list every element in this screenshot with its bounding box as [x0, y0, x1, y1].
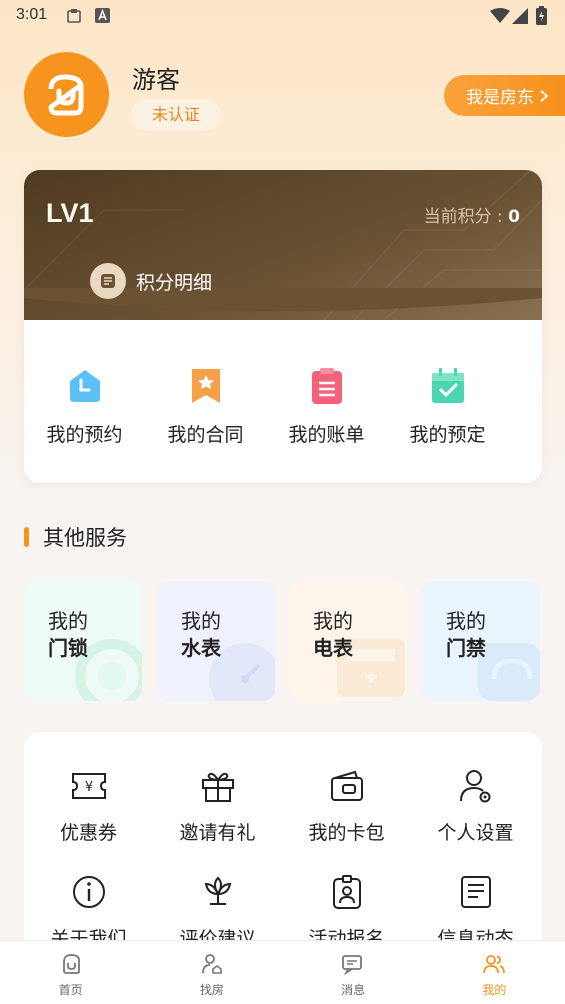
level-card: LV1 当前积分 : 0 积分明细 我的预约 我的合同 我的账单 我的预定 — [24, 170, 542, 483]
gift-icon — [198, 766, 238, 806]
info-icon — [69, 872, 109, 912]
tile-line1: 我的 — [181, 609, 221, 633]
nav-label: 消息 — [341, 983, 366, 997]
svg-text:¥: ¥ — [84, 780, 92, 795]
battery-icon — [536, 6, 547, 25]
avatar[interactable] — [24, 52, 109, 137]
tile-electric-meter[interactable]: 我的 电表 — [289, 581, 407, 701]
tile-line1: 我的 — [313, 609, 353, 633]
points-detail-link[interactable]: 积分明细 — [90, 263, 212, 299]
message-icon — [340, 951, 366, 977]
status-time: 3:01 — [16, 6, 48, 23]
bottom-nav: 首页 找房 消息 我的 — [0, 940, 565, 1004]
wifi-icon — [490, 8, 510, 23]
nav-home[interactable]: 首页 — [0, 941, 141, 1004]
landlord-button-label: 我是房东 — [466, 88, 534, 108]
tile-water-meter[interactable]: 我的 水表 — [157, 581, 275, 701]
a-icon — [95, 8, 110, 23]
note-icon — [90, 263, 126, 299]
chevron-right-icon — [540, 89, 549, 102]
username: 游客 — [132, 66, 180, 94]
points-display: 当前积分 : 0 — [424, 202, 520, 227]
section-accent-bar — [24, 527, 29, 547]
logo-icon — [48, 74, 83, 115]
home-nav-icon — [58, 951, 84, 977]
quick-item-appointment[interactable]: 我的预约 — [24, 366, 145, 447]
grid-item-label: 个人设置 — [437, 822, 514, 844]
points-detail-label: 积分明细 — [136, 271, 213, 294]
tools-grid: ¥ 优惠券 邀请有礼 我的卡包 个人设置 关于我们 评价建议 活动报名 信息动态 — [24, 732, 542, 962]
quick-item-reservation[interactable]: 我的预定 — [387, 366, 508, 447]
grid-item-label: 邀请有礼 — [179, 822, 256, 844]
grid-item-settings[interactable]: 个人设置 — [411, 766, 540, 845]
grid-item-label: 优惠券 — [59, 822, 117, 844]
grid-item-coupon[interactable]: ¥ 优惠券 — [24, 766, 153, 845]
grid-item-wallet[interactable]: 我的卡包 — [282, 766, 411, 845]
nav-mine[interactable]: 我的 — [424, 941, 565, 1004]
bookmark-star-icon — [186, 366, 226, 406]
tile-access-control[interactable]: 我的 门禁 — [422, 581, 540, 701]
tile-line1: 我的 — [446, 609, 486, 633]
clipboard-icon — [67, 9, 81, 23]
quick-item-label: 我的预定 — [409, 424, 486, 446]
tile-line2: 水表 — [181, 636, 221, 660]
level-text: LV1 — [46, 198, 94, 228]
nav-messages[interactable]: 消息 — [283, 941, 424, 1004]
users-icon — [481, 951, 507, 977]
badge-icon — [327, 872, 367, 912]
grid-item-label: 我的卡包 — [308, 822, 385, 844]
status-bar: 3:01 — [0, 0, 565, 32]
points-label: 当前积分 : — [423, 207, 509, 227]
nav-label: 首页 — [58, 983, 83, 997]
wallet-icon — [327, 766, 367, 806]
bill-icon — [307, 366, 347, 406]
signal-icon — [512, 8, 528, 24]
coupon-icon: ¥ — [69, 766, 109, 806]
auth-status-badge[interactable]: 未认证 — [131, 99, 221, 131]
news-icon — [456, 872, 496, 912]
nav-find-house[interactable]: 找房 — [141, 941, 282, 1004]
quick-item-contract[interactable]: 我的合同 — [145, 366, 266, 447]
points-value: 0 — [508, 207, 520, 227]
tile-line1: 我的 — [48, 609, 88, 633]
section-other-services: 其他服务 — [24, 522, 127, 552]
quick-item-label: 我的预约 — [46, 424, 123, 446]
calendar-check-icon — [428, 366, 468, 406]
quick-item-label: 我的合同 — [167, 424, 244, 446]
section-title: 其他服务 — [43, 526, 127, 550]
landlord-button[interactable]: 我是房东 — [444, 75, 565, 116]
nav-label: 找房 — [199, 983, 224, 997]
quick-item-bill[interactable]: 我的账单 — [266, 366, 387, 447]
user-settings-icon — [456, 766, 496, 806]
flower-icon — [198, 872, 238, 912]
tile-door-lock[interactable]: 我的 门锁 — [24, 581, 142, 701]
grid-item-invite[interactable]: 邀请有礼 — [153, 766, 282, 845]
quick-actions: 我的预约 我的合同 我的账单 我的预定 — [24, 366, 542, 447]
tile-line2: 门禁 — [446, 636, 486, 660]
tile-line2: 门锁 — [48, 636, 88, 660]
nav-label: 我的 — [482, 983, 507, 997]
tile-line2: 电表 — [313, 636, 353, 660]
home-icon — [65, 366, 105, 406]
quick-item-label: 我的账单 — [288, 424, 365, 446]
person-home-icon — [199, 951, 225, 977]
